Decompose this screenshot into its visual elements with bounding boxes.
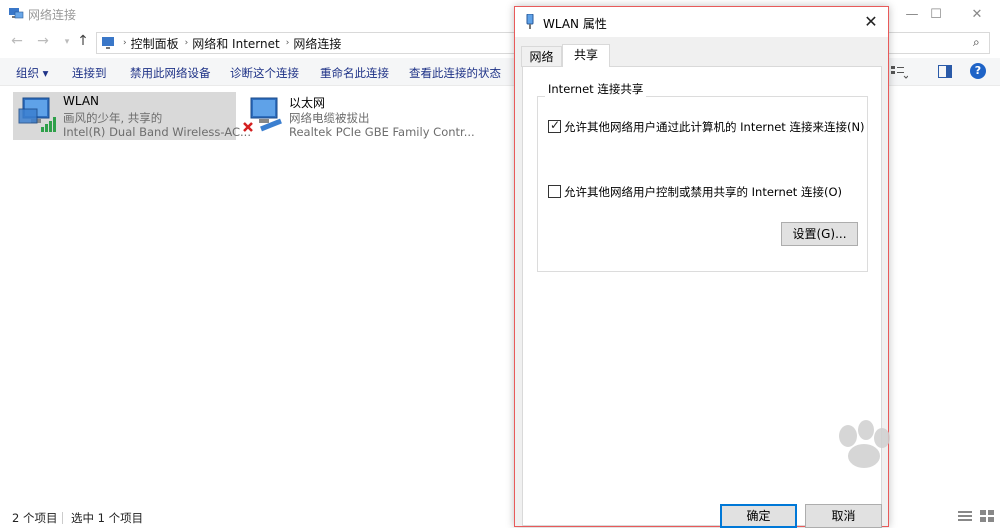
settings-button[interactable]: 设置(G)...: [781, 222, 858, 246]
diagnose-connection-button[interactable]: 诊断这个连接: [230, 65, 299, 81]
item-count: 2 个项目: [12, 511, 58, 525]
connection-item-ethernet[interactable]: 以太网 网络电缆被拔出 Realtek PCIe GBE Family Cont…: [239, 92, 475, 140]
breadcrumb-separator: ›: [285, 38, 290, 48]
breadcrumb-control-panel[interactable]: 控制面板: [131, 35, 179, 52]
rename-connection-button[interactable]: 重命名此连接: [320, 65, 389, 81]
maximize-button[interactable]: ☐: [913, 0, 959, 28]
view-status-button[interactable]: 查看此连接的状态: [409, 65, 501, 81]
control-panel-icon: [102, 37, 114, 49]
connection-status: 画风的少年, 共享的: [63, 111, 163, 125]
allow-share-label[interactable]: 允许其他网络用户通过此计算机的 Internet 连接来连接(N): [564, 119, 865, 135]
tab-sharing[interactable]: 共享: [562, 44, 610, 67]
breadcrumb-separator: ›: [184, 38, 189, 48]
connection-device: Realtek PCIe GBE Family Contr...: [289, 125, 475, 139]
search-icon: ⌕: [973, 35, 980, 49]
view-options-icon[interactable]: [890, 64, 908, 80]
close-window-button[interactable]: ✕: [954, 0, 1000, 28]
wireless-adapter-icon: [18, 97, 56, 132]
details-view-icon[interactable]: [958, 510, 972, 523]
dialog-title: WLAN 属性: [543, 17, 607, 31]
connection-name: WLAN: [63, 94, 100, 108]
disable-device-button[interactable]: 禁用此网络设备: [130, 65, 211, 81]
allow-control-checkbox[interactable]: [548, 185, 561, 198]
dialog-titlebar: WLAN 属性 ✕: [515, 7, 888, 37]
large-icons-view-icon[interactable]: [980, 510, 994, 523]
sharing-tab-panel: Internet 连接共享 允许其他网络用户通过此计算机的 Internet 连…: [522, 66, 882, 526]
selected-count: 选中 1 个项目: [71, 511, 144, 525]
network-connections-icon: [9, 8, 24, 19]
ics-group-label: Internet 连接共享: [545, 81, 647, 97]
ethernet-adapter-icon: [243, 97, 282, 132]
wlan-properties-dialog: WLAN 属性 ✕ 网络 Internet 连接共享 允许其他网络用户通过此计算…: [514, 6, 889, 528]
connect-to-button[interactable]: 连接到: [72, 65, 107, 81]
back-arrow-icon[interactable]: ←: [8, 33, 26, 51]
connection-device: Intel(R) Dual Band Wireless-AC...: [63, 125, 251, 139]
allow-control-label[interactable]: 允许其他网络用户控制或禁用共享的 Internet 连接(O): [564, 184, 842, 200]
breadcrumb-network-internet[interactable]: 网络和 Internet: [192, 35, 279, 52]
connection-item-wlan[interactable]: WLAN 画风的少年, 共享的 Intel(R) Dual Band Wirel…: [13, 92, 251, 140]
preview-pane-icon[interactable]: [938, 65, 952, 78]
help-icon[interactable]: ?: [970, 63, 986, 79]
connection-name: 以太网: [289, 96, 326, 110]
connection-status: 网络电缆被拔出: [289, 111, 370, 125]
close-icon[interactable]: ✕: [859, 11, 883, 33]
tab-network[interactable]: 网络: [521, 46, 562, 67]
allow-share-checkbox[interactable]: [548, 118, 561, 133]
address-bar[interactable]: › 控制面板 › 网络和 Internet › 网络连接: [96, 32, 516, 54]
organize-menu[interactable]: 组织 ▾: [16, 65, 48, 81]
window-title: 网络连接: [28, 8, 77, 22]
breadcrumb-separator: ›: [123, 38, 127, 48]
forward-arrow-icon[interactable]: →: [34, 33, 52, 51]
up-arrow-icon[interactable]: ↑: [74, 33, 92, 51]
breadcrumb-network-connections[interactable]: 网络连接: [293, 35, 341, 52]
search-input[interactable]: ⌕: [884, 32, 990, 54]
status-divider: [62, 512, 63, 524]
wlan-adapter-icon: [526, 14, 534, 29]
ok-button[interactable]: 确定: [720, 504, 797, 528]
cancel-button[interactable]: 取消: [805, 504, 882, 528]
